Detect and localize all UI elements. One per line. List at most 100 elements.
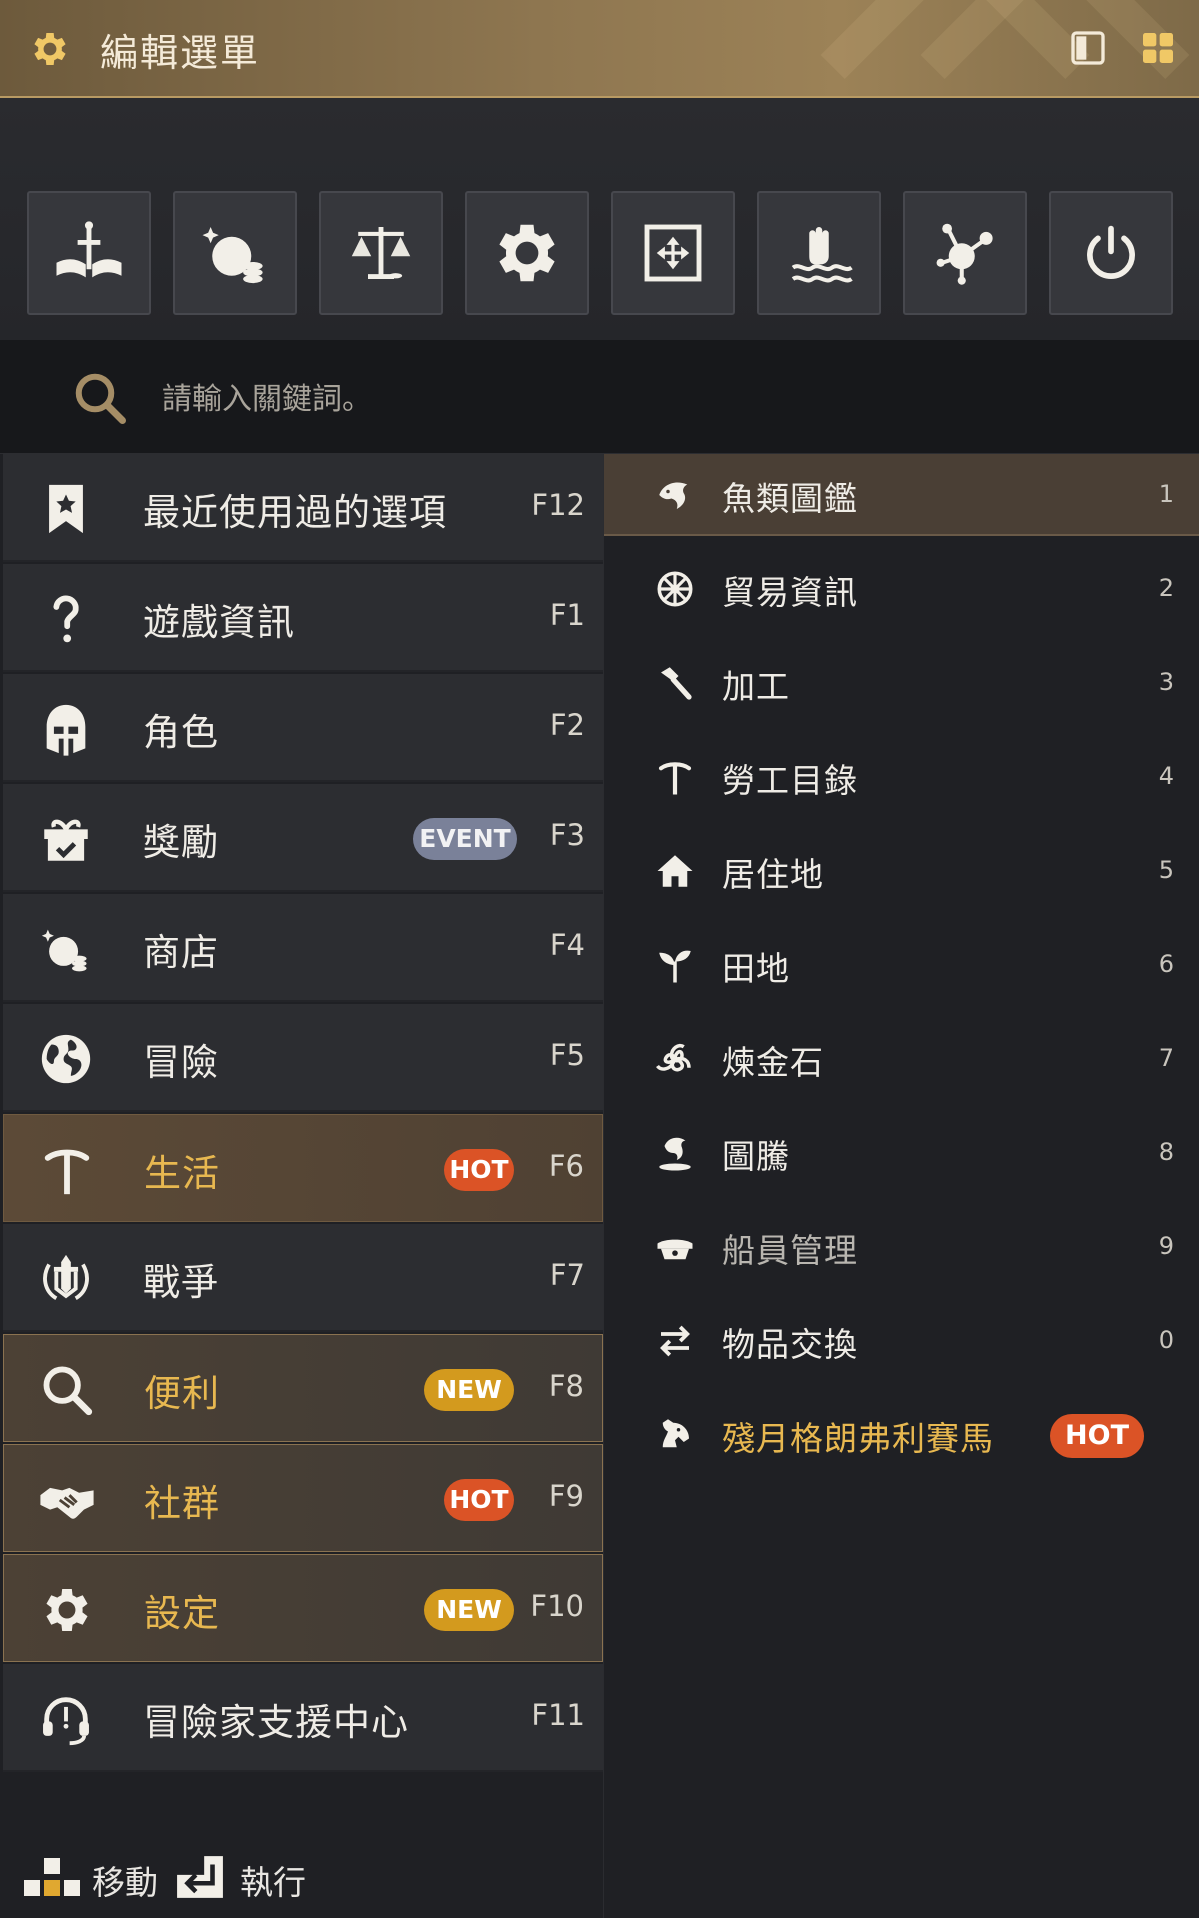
submenu-item-worker-list[interactable]: 勞工目錄 4	[604, 736, 1199, 818]
menu-item-adventure[interactable]: 冒險 F5	[3, 1004, 603, 1112]
menu-item-label: 生活	[144, 1152, 220, 1195]
pearl-shop-icon	[41, 929, 87, 972]
pearl-shop-icon	[202, 227, 263, 284]
globe-icon	[41, 1034, 91, 1084]
menu-item-support-center[interactable]: 冒險家支援中心 F11	[3, 1664, 603, 1772]
submenu-panel: 魚類圖鑑 1 貿易資訊 2 加工 3 勞工目錄 4 居住地 5 田地 6 煉金石…	[603, 454, 1199, 1918]
menu-item-label: 社群	[144, 1482, 220, 1525]
hot-badge: HOT	[444, 1479, 514, 1521]
hotkey-label: F2	[549, 708, 585, 742]
move-hint-label: 移動	[92, 1863, 158, 1902]
menu-item-convenience[interactable]: 便利 NEW F8	[3, 1334, 603, 1442]
helmet-icon	[46, 704, 86, 756]
search-icon	[43, 1366, 93, 1416]
menu-item-label: 遊戲資訊	[143, 601, 295, 644]
war-emblem-icon	[43, 1254, 89, 1300]
submenu-item-label: 物品交換	[722, 1325, 858, 1364]
sprout-icon	[659, 950, 691, 983]
submenu-item-label: 田地	[722, 949, 790, 988]
submenu-item-crew-management[interactable]: 船員管理 9	[604, 1206, 1199, 1288]
hot-badge: HOT	[1050, 1414, 1144, 1458]
layout-toggle-icon[interactable]	[1068, 28, 1108, 68]
hotkey-label: 0	[1158, 1326, 1174, 1354]
search-input[interactable]	[160, 370, 1064, 428]
pickaxe-icon	[658, 762, 692, 795]
submenu-item-label: 貿易資訊	[722, 573, 858, 612]
menu-item-recent[interactable]: 最近使用過的選項 F12	[3, 454, 603, 562]
submenu-item-label: 船員管理	[722, 1231, 858, 1270]
submenu-item-farm[interactable]: 田地 6	[604, 924, 1199, 1006]
hotkey-label: 7	[1158, 1044, 1174, 1072]
house-icon	[657, 855, 693, 887]
submenu-item-fish-encyclopedia[interactable]: 魚類圖鑑 1	[604, 454, 1199, 536]
submenu-item-label: 圖騰	[722, 1137, 790, 1176]
hotkey-label: 6	[1158, 950, 1174, 978]
hotkey-label: 3	[1158, 668, 1174, 696]
scales-icon	[351, 227, 411, 279]
submenu-item-totem[interactable]: 圖騰 8	[604, 1112, 1199, 1194]
event-badge: EVENT	[413, 818, 517, 860]
menu-item-label: 角色	[143, 711, 219, 754]
submenu-item-label: 勞工目錄	[722, 761, 858, 800]
hotkey-label: F6	[548, 1149, 584, 1183]
power-icon	[1087, 225, 1135, 279]
menu-item-character[interactable]: 角色 F2	[3, 674, 603, 782]
pickaxe-icon	[44, 1149, 90, 1195]
quick-button-settings[interactable]	[465, 191, 589, 315]
hotkey-label: 9	[1158, 1232, 1174, 1260]
key-hints: 移動 執行	[0, 1850, 603, 1910]
hotkey-label: 4	[1158, 762, 1174, 790]
search-icon	[75, 373, 126, 424]
swap-arrows-icon	[660, 1325, 690, 1357]
headset-icon	[43, 1697, 89, 1746]
quick-button-pearl-shop[interactable]	[173, 191, 297, 315]
totem-icon	[659, 1137, 691, 1171]
menu-item-settings[interactable]: 設定 NEW F10	[3, 1554, 603, 1662]
quick-button-sword-book[interactable]	[27, 191, 151, 315]
hotkey-label: F8	[548, 1369, 584, 1403]
quick-button-network[interactable]	[903, 191, 1027, 315]
gift-check-icon	[44, 819, 88, 861]
hotkey-label: 8	[1158, 1138, 1174, 1166]
quick-button-power[interactable]	[1049, 191, 1173, 315]
new-badge: NEW	[424, 1589, 514, 1631]
submenu-item-label: 魚類圖鑑	[722, 479, 858, 518]
grid-icon[interactable]	[1138, 28, 1178, 68]
new-badge: NEW	[424, 1369, 514, 1411]
hotkey-label: F7	[549, 1258, 585, 1292]
menu-item-game-info[interactable]: 遊戲資訊 F1	[3, 564, 603, 672]
menu-item-label: 冒險	[143, 1041, 219, 1084]
hotkey-label: 5	[1158, 856, 1174, 884]
menu-item-community[interactable]: 社群 HOT F9	[3, 1444, 603, 1552]
quick-button-fishing[interactable]	[757, 191, 881, 315]
menu-item-label: 設定	[144, 1592, 220, 1635]
submenu-item-label: 加工	[722, 667, 790, 706]
hotkey-label: F1	[549, 598, 585, 632]
submenu-item-label: 殘月格朗弗利賽馬	[722, 1419, 994, 1458]
network-node-icon	[936, 223, 993, 285]
quick-access-bar	[0, 98, 1199, 340]
hotkey-label: 2	[1158, 574, 1174, 602]
menu-item-war[interactable]: 戰爭 F7	[3, 1224, 603, 1332]
submenu-item-trade-info[interactable]: 貿易資訊 2	[604, 548, 1199, 630]
quick-button-trade[interactable]	[319, 191, 443, 315]
hotkey-label: F12	[531, 488, 585, 522]
question-icon	[53, 595, 79, 643]
submenu-item-processing[interactable]: 加工 3	[604, 642, 1199, 724]
menu-item-rewards[interactable]: 獎勵 EVENT F3	[3, 784, 603, 892]
submenu-item-horse-race[interactable]: 殘月格朗弗利賽馬 HOT	[604, 1394, 1199, 1476]
hotkey-label: F5	[549, 1038, 585, 1072]
menu-item-label: 商店	[143, 931, 219, 974]
bookmark-star-icon	[49, 484, 83, 534]
menu-item-life[interactable]: 生活 HOT F6	[3, 1114, 603, 1222]
menu-item-shop[interactable]: 商店 F4	[3, 894, 603, 1002]
submenu-item-residence[interactable]: 居住地 5	[604, 830, 1199, 912]
fish-icon	[659, 482, 688, 509]
wheel-icon	[657, 571, 693, 607]
window-title: 編輯選單	[100, 31, 261, 75]
submenu-item-alchemy-stone[interactable]: 煉金石 7	[604, 1018, 1199, 1100]
move-frame-icon	[644, 224, 702, 282]
quick-button-move-ui[interactable]	[611, 191, 735, 315]
submenu-item-item-exchange[interactable]: 物品交換 0	[604, 1300, 1199, 1382]
menu-item-label: 獎勵	[143, 821, 219, 864]
